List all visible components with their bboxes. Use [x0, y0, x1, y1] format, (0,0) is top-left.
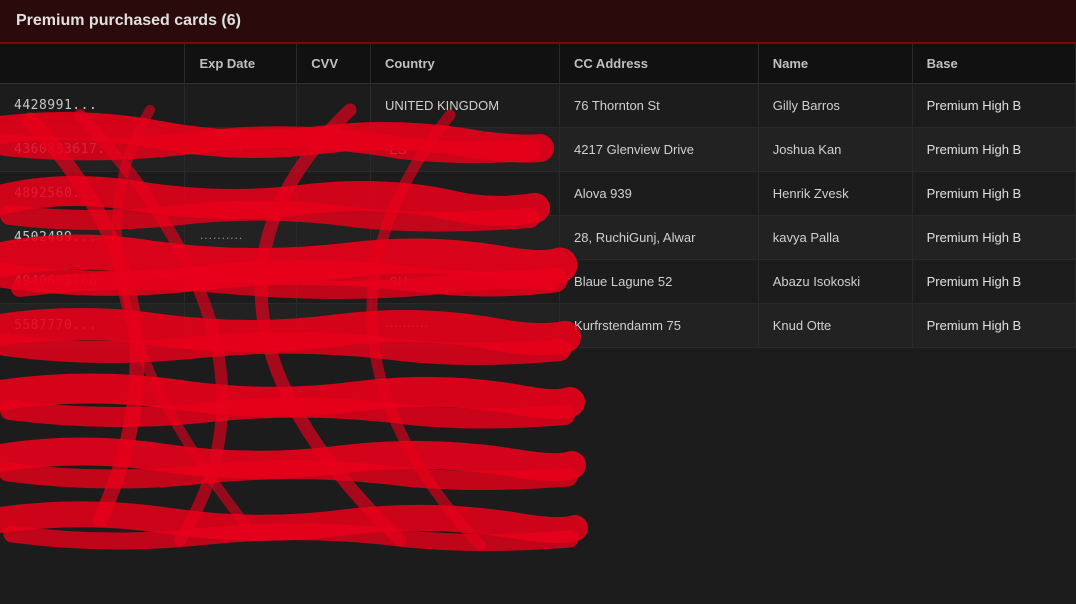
col-header-name: Name [758, 44, 912, 84]
cell-cvv [297, 172, 371, 216]
col-header-country: Country [370, 44, 559, 84]
cell-cc: 4502489... [0, 216, 185, 260]
cell-name: Joshua Kan [758, 128, 912, 172]
table-row: 4940603068... ·SHBlaue Lagune 52Abazu Iso… [0, 260, 1076, 304]
page-title: Premium purchased cards (6) [16, 12, 1060, 30]
cell-country [370, 172, 559, 216]
col-header-cvv: CVV [297, 44, 371, 84]
table-row: 4428991... UNITED KINGDOM76 Thornton StGi… [0, 84, 1076, 128]
cell-base: Premium High B [912, 260, 1075, 304]
table-header-row: Exp Date CVV Country CC Address Name Bas… [0, 44, 1076, 84]
cell-name: Henrik Zvesk [758, 172, 912, 216]
cell-address: Kurfrstendamm 75 [560, 304, 759, 348]
cell-exp [185, 172, 297, 216]
cell-cvv [297, 304, 371, 348]
cell-cvv [297, 260, 371, 304]
cell-address: Alova 939 [560, 172, 759, 216]
cell-country [370, 216, 559, 260]
cell-country: UNITED KINGDOM [370, 84, 559, 128]
cell-cvv [297, 84, 371, 128]
cards-table: Exp Date CVV Country CC Address Name Bas… [0, 44, 1076, 348]
cell-country: ·SH [370, 260, 559, 304]
table-row: 4360833617...·········· ·ES4217 Glenview … [0, 128, 1076, 172]
cell-address: Blaue Lagune 52 [560, 260, 759, 304]
page-container: Premium purchased cards (6) Exp Date CVV… [0, 0, 1076, 604]
cell-address: 28, RuchiGunj, Alwar [560, 216, 759, 260]
cell-cvv [297, 128, 371, 172]
cell-base: Premium High B [912, 216, 1075, 260]
cell-exp [185, 260, 297, 304]
cell-exp [185, 84, 297, 128]
cell-address: 4217 Glenview Drive [560, 128, 759, 172]
cell-name: kavya Palla [758, 216, 912, 260]
cell-cc: 4892560... [0, 172, 185, 216]
cell-cc: 4360833617... [0, 128, 185, 172]
cell-cc: 5587770... [0, 304, 185, 348]
col-header-base: Base [912, 44, 1075, 84]
cell-base: Premium High B [912, 172, 1075, 216]
cell-country: ·ES [370, 128, 559, 172]
cell-country: ·········· [370, 304, 559, 348]
table-row: 4892560... Alova 939Henrik ZveskPremium H… [0, 172, 1076, 216]
cell-address: 76 Thornton St [560, 84, 759, 128]
cell-exp: ·········· [185, 128, 297, 172]
table-row: 4502489...·········· 28, RuchiGunj, Alwar… [0, 216, 1076, 260]
title-bar: Premium purchased cards (6) [0, 0, 1076, 44]
col-header-expdate: Exp Date [185, 44, 297, 84]
table-row: 5587770... ··········Kurfrstendamm 75Knud… [0, 304, 1076, 348]
cell-base: Premium High B [912, 304, 1075, 348]
cell-cc: 4940603068... [0, 260, 185, 304]
cell-cvv [297, 216, 371, 260]
col-header-address: CC Address [560, 44, 759, 84]
table-container: Exp Date CVV Country CC Address Name Bas… [0, 44, 1076, 348]
cell-name: Gilly Barros [758, 84, 912, 128]
cell-exp [185, 304, 297, 348]
cell-cc: 4428991... [0, 84, 185, 128]
cell-name: Knud Otte [758, 304, 912, 348]
cell-exp: ·········· [185, 216, 297, 260]
cell-base: Premium High B [912, 128, 1075, 172]
cell-name: Abazu Isokoski [758, 260, 912, 304]
cell-base: Premium High B [912, 84, 1075, 128]
col-header-cc [0, 44, 185, 84]
